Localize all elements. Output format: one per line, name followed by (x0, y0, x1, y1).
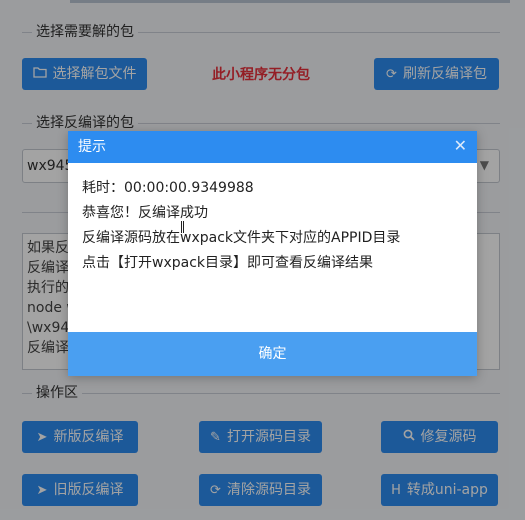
text-cursor-icon (181, 221, 184, 233)
dialog-ok-button[interactable]: 确定 (68, 332, 477, 376)
close-icon[interactable]: ✕ (454, 137, 467, 155)
dialog-message: 耗时：00:00:00.9349988 恭喜您！反编译成功 反编译源码放在wxp… (82, 176, 467, 276)
result-dialog: 提示 ✕ 耗时：00:00:00.9349988 恭喜您！反编译成功 反编译源码… (68, 131, 477, 376)
dialog-line-elapsed: 耗时：00:00:00.9349988 (82, 180, 254, 196)
dialog-header: 提示 ✕ (68, 131, 477, 163)
dialog-line-hint: 点击【打开wxpack目录】即可查看反编译结果 (82, 255, 374, 271)
dialog-line-success: 恭喜您！反编译成功 (82, 205, 208, 221)
dialog-line-location: 反编译源码放在wxpack文件夹下对应的APPID目录 (82, 230, 401, 246)
dialog-title: 提示 (78, 139, 106, 155)
